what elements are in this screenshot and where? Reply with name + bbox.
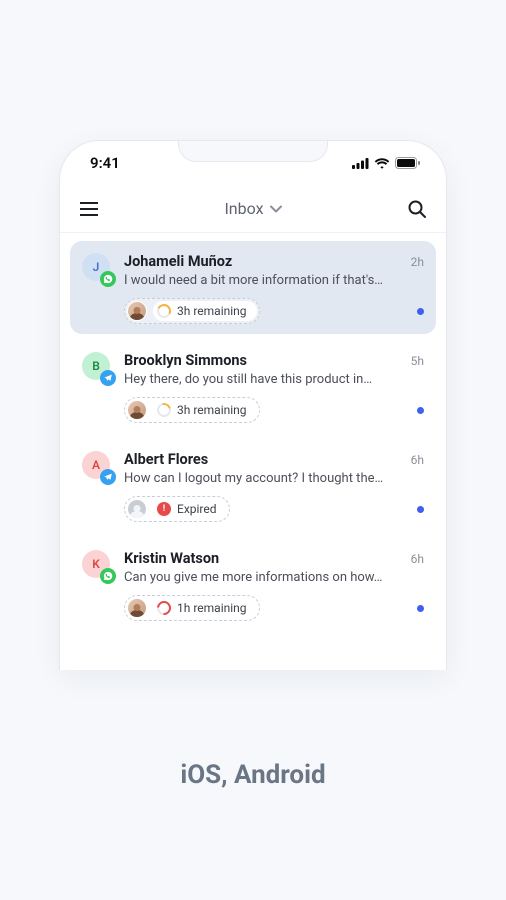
sla-ring-icon [154, 400, 173, 419]
caption: iOS, Android [180, 760, 325, 790]
conversation-row[interactable]: K Kristin Watson 6h Can you give me more… [70, 538, 436, 631]
sla-label: Expired [177, 502, 217, 516]
battery-icon [395, 157, 420, 169]
cellular-icon [352, 158, 369, 169]
unassigned-avatar [127, 499, 147, 519]
sla-ring-icon [155, 302, 173, 320]
unread-indicator [417, 407, 424, 414]
avatar: J [82, 253, 114, 285]
conversation-preview: How can I logout my account? I thought t… [124, 471, 424, 486]
avatar: A [82, 451, 114, 483]
assignee-avatar [127, 598, 147, 618]
conversation-time: 2h [411, 255, 424, 269]
search-button[interactable] [406, 198, 428, 220]
sla-label: 1h remaining [177, 601, 247, 615]
telegram-icon [100, 469, 116, 485]
chevron-down-icon [270, 205, 282, 213]
meta-chip: ! Expired [124, 496, 230, 522]
notch [178, 140, 328, 162]
conversation-preview: Can you give me more informations on how… [124, 570, 424, 585]
wifi-icon [374, 158, 390, 169]
telegram-icon [100, 370, 116, 386]
meta-chip: 3h remaining [124, 298, 260, 324]
unread-indicator [417, 308, 424, 315]
sla-pill: 1h remaining [153, 598, 257, 618]
sla-label: 3h remaining [177, 403, 247, 417]
meta-chip: 3h remaining [124, 397, 260, 423]
conversation-row[interactable]: J Johameli Muñoz 2h I would need a bit m… [70, 241, 436, 334]
avatar: K [82, 550, 114, 582]
sla-ring-icon [154, 598, 174, 618]
status-time: 9:41 [90, 154, 120, 172]
conversation-list: J Johameli Muñoz 2h I would need a bit m… [60, 233, 446, 639]
conversation-row[interactable]: B Brooklyn Simmons 5h Hey there, do you … [70, 340, 436, 433]
conversation-name: Kristin Watson [124, 550, 219, 567]
conversation-row[interactable]: A Albert Flores 6h How can I logout my a… [70, 439, 436, 532]
conversation-name: Albert Flores [124, 451, 208, 468]
conversation-time: 5h [411, 354, 424, 368]
assignee-avatar [127, 301, 147, 321]
whatsapp-icon [100, 271, 116, 287]
conversation-time: 6h [411, 552, 424, 566]
inbox-dropdown[interactable]: Inbox [100, 199, 406, 218]
whatsapp-icon [100, 568, 116, 584]
sla-expired-icon: ! [157, 502, 171, 516]
hamburger-icon [80, 202, 98, 216]
avatar: B [82, 352, 114, 384]
meta-chip: 1h remaining [124, 595, 260, 621]
status-indicators [352, 157, 420, 169]
conversation-preview: I would need a bit more information if t… [124, 273, 424, 288]
assignee-avatar [127, 400, 147, 420]
nav-bar: Inbox [60, 185, 446, 233]
conversation-time: 6h [411, 453, 424, 467]
nav-title: Inbox [224, 199, 263, 218]
search-icon [408, 200, 426, 218]
phone-frame: 9:41 Inbox J [59, 140, 447, 670]
conversation-name: Johameli Muñoz [124, 253, 232, 270]
unread-indicator [417, 605, 424, 612]
sla-pill: 3h remaining [153, 301, 257, 321]
unread-indicator [417, 506, 424, 513]
sla-label: 3h remaining [177, 304, 247, 318]
menu-button[interactable] [78, 198, 100, 220]
sla-pill: ! Expired [153, 499, 227, 519]
conversation-preview: Hey there, do you still have this produc… [124, 372, 424, 387]
conversation-name: Brooklyn Simmons [124, 352, 247, 369]
sla-pill: 3h remaining [153, 400, 257, 420]
